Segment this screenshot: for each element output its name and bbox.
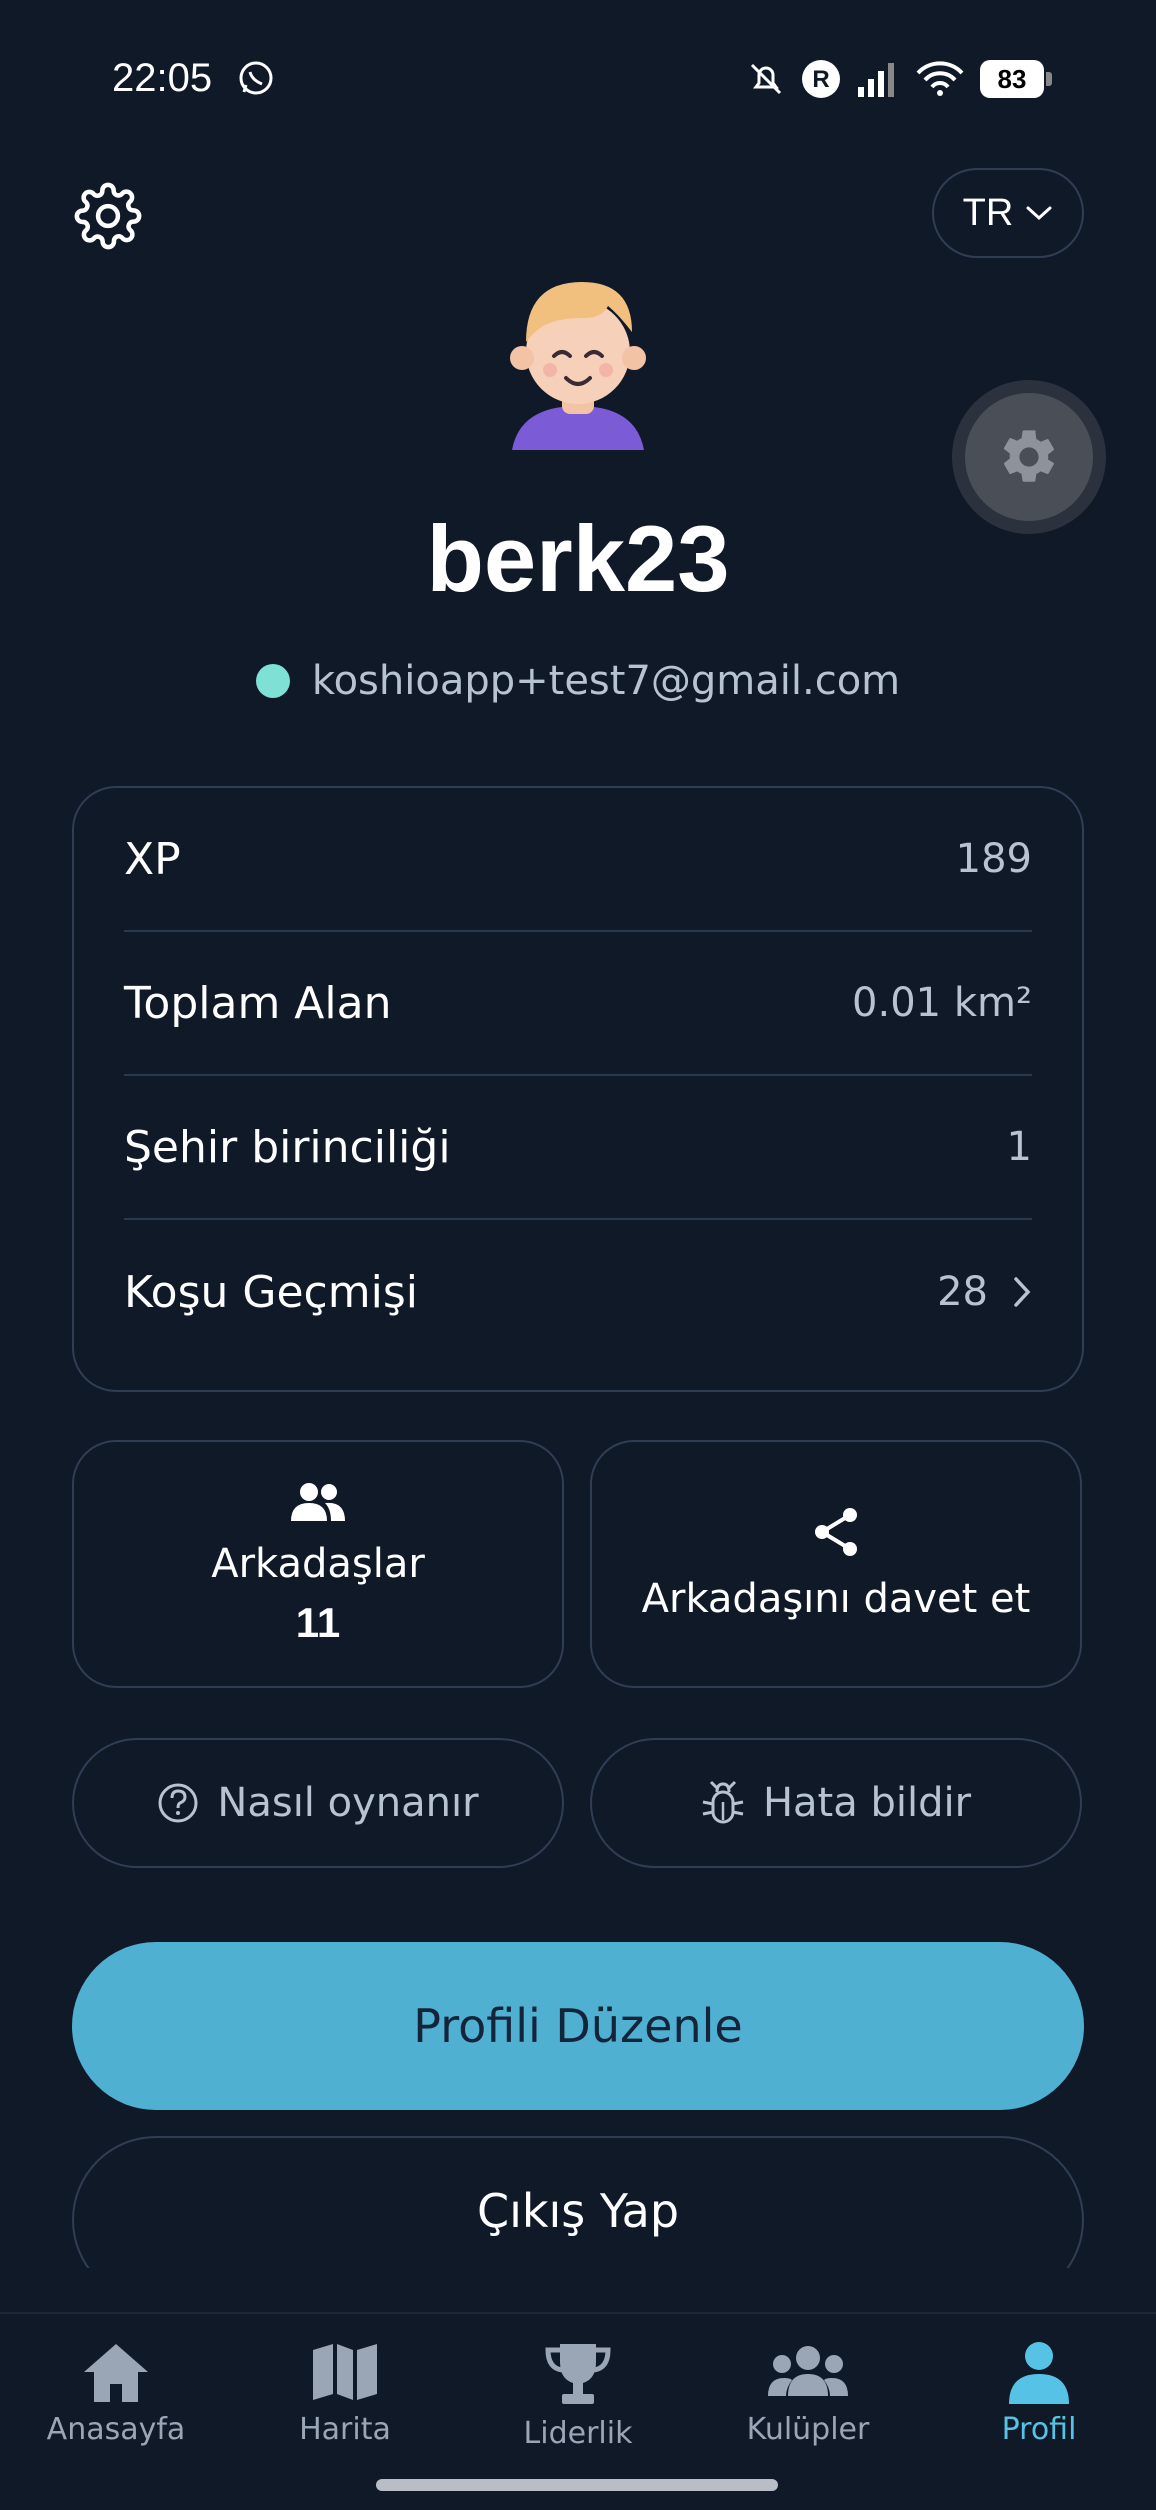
email-text: koshioapp+test7@gmail.com xyxy=(311,658,901,704)
bug-icon xyxy=(702,1780,744,1824)
stat-row-xp: XP 189 xyxy=(124,788,1032,932)
help-icon xyxy=(158,1783,198,1823)
nav-label: Kulüpler xyxy=(746,2412,870,2447)
gear-icon xyxy=(1003,430,1054,482)
language-selector[interactable]: TR xyxy=(932,168,1084,258)
share-icon xyxy=(815,1508,857,1556)
email-row: koshioapp+test7@gmail.com xyxy=(0,658,1156,704)
stat-value: 28 xyxy=(937,1269,988,1315)
nav-item-clubs[interactable]: Kulüpler xyxy=(708,2340,908,2447)
r-badge-icon: R xyxy=(802,60,840,98)
group-icon xyxy=(768,2346,848,2396)
scroll-fade xyxy=(0,2268,1156,2312)
profile-screen: 22:05 R 83 TR berk23 koshioapp+test7@gma… xyxy=(0,0,1156,2510)
nav-label: Liderlik xyxy=(523,2416,633,2451)
stat-value: 189 xyxy=(955,836,1032,882)
friends-tile[interactable]: Arkadaşlar 11 xyxy=(72,1440,564,1688)
nav-item-leaderboard[interactable]: Liderlik xyxy=(478,2340,678,2451)
status-bar: 22:05 R 83 xyxy=(0,0,1156,160)
gear-icon xyxy=(74,182,142,250)
map-icon xyxy=(313,2344,377,2400)
stat-label: Şehir birinciliği xyxy=(124,1121,451,1173)
status-dot xyxy=(255,664,290,698)
stat-label: XP xyxy=(124,833,181,885)
stat-row-run-history[interactable]: Koşu Geçmişi 28 xyxy=(124,1220,1032,1364)
nav-label: Profil xyxy=(1001,2412,1077,2447)
signal-icon xyxy=(858,63,894,97)
stat-row-total-area: Toplam Alan 0.01 km² xyxy=(124,932,1032,1076)
edit-profile-button[interactable]: Profili Düzenle xyxy=(72,1942,1084,2110)
nav-label: Anasayfa xyxy=(46,2412,186,2447)
report-bug-label: Hata bildir xyxy=(762,1780,972,1826)
home-icon xyxy=(84,2344,148,2402)
report-bug-button[interactable]: Hata bildir xyxy=(590,1738,1082,1868)
stat-value-wrapper: 28 xyxy=(937,1269,1032,1315)
stat-value: 1 xyxy=(1006,1124,1032,1170)
chevron-down-icon xyxy=(1026,206,1052,221)
settings-button[interactable] xyxy=(72,180,144,252)
avatar xyxy=(510,282,646,450)
invite-friend-tile[interactable]: Arkadaşını davet et xyxy=(590,1440,1082,1688)
stats-card: XP 189 Toplam Alan 0.01 km² Şehir birinc… xyxy=(72,786,1084,1392)
nav-item-map[interactable]: Harita xyxy=(245,2340,445,2447)
chevron-right-icon xyxy=(1014,1277,1031,1307)
friends-label: Arkadaşlar xyxy=(211,1541,425,1587)
status-time: 22:05 xyxy=(112,56,213,100)
how-to-play-button[interactable]: Nasıl oynanır xyxy=(72,1738,564,1868)
language-label: TR xyxy=(962,191,1014,234)
whatsapp-icon xyxy=(239,61,273,95)
home-indicator xyxy=(376,2479,778,2491)
status-icons: R 83 xyxy=(746,56,1052,102)
trophy-icon xyxy=(545,2344,611,2404)
nav-label: Harita xyxy=(299,2412,391,2447)
how-to-play-label: Nasıl oynanır xyxy=(217,1780,479,1826)
friends-icon xyxy=(291,1483,345,1521)
invite-label: Arkadaşını davet et xyxy=(641,1576,1031,1622)
floating-settings-inner xyxy=(965,393,1093,521)
nav-item-home[interactable]: Anasayfa xyxy=(16,2340,216,2447)
stat-value: 0.01 km² xyxy=(852,980,1032,1026)
stat-label: Toplam Alan xyxy=(124,977,392,1029)
wifi-icon xyxy=(916,61,964,96)
friends-count: 11 xyxy=(295,1599,341,1646)
nav-item-profile[interactable]: Profil xyxy=(939,2340,1139,2447)
svg-text:R: R xyxy=(812,66,829,93)
muted-bell-icon xyxy=(750,63,782,95)
battery-indicator: 83 xyxy=(980,60,1052,98)
stat-row-city-first: Şehir birinciliği 1 xyxy=(124,1076,1032,1220)
stat-label: Koşu Geçmişi xyxy=(124,1266,418,1318)
username: berk23 xyxy=(426,506,730,611)
user-icon xyxy=(1009,2342,1069,2404)
